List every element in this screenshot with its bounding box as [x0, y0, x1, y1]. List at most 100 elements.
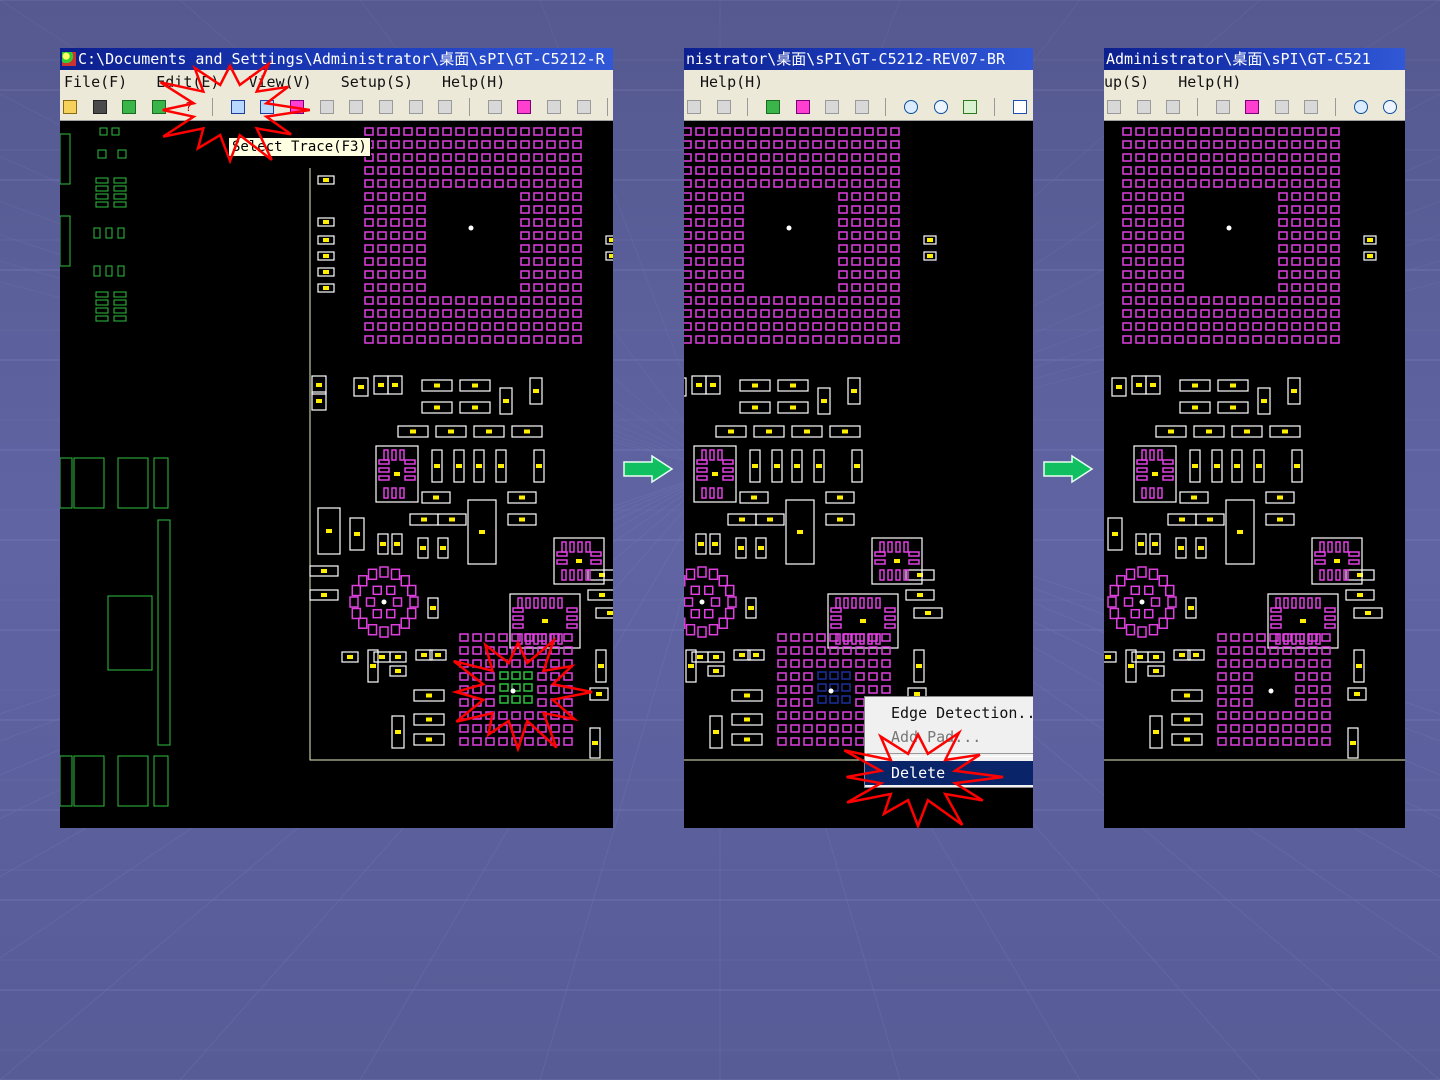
pad — [1122, 127, 1132, 136]
export-icon[interactable] — [151, 100, 166, 114]
pad — [1282, 737, 1292, 746]
zoom-out-icon[interactable] — [1383, 100, 1398, 114]
pad — [708, 283, 718, 292]
bom-icon[interactable] — [576, 100, 591, 114]
menu-help[interactable]: Help(H) — [700, 73, 763, 91]
tool-icon[interactable] — [1136, 100, 1151, 114]
pad-group-icon[interactable] — [795, 100, 810, 114]
tool-icon[interactable] — [1215, 100, 1230, 114]
tool-icon[interactable] — [1166, 100, 1181, 114]
pad — [1122, 231, 1132, 240]
menu-bar: File(F) Edit(E) View(V) Setup(S) Help(H) — [60, 70, 613, 94]
bom-icon[interactable] — [1304, 100, 1319, 114]
pad — [1330, 231, 1340, 240]
zoom-out-icon[interactable] — [933, 100, 948, 114]
pad — [684, 296, 692, 305]
trace-outline — [60, 215, 71, 267]
tool-icon[interactable] — [349, 100, 364, 114]
menu-item-add-pad[interactable]: Add Pad... — [865, 725, 1033, 749]
pad — [1291, 153, 1301, 162]
zoom-in-icon[interactable] — [904, 100, 919, 114]
trace-outline — [153, 457, 169, 509]
save-icon[interactable] — [92, 100, 107, 114]
select-pad-icon[interactable] — [230, 100, 245, 114]
pad — [537, 711, 547, 720]
pad — [1317, 283, 1327, 292]
pad — [498, 711, 508, 720]
pad — [549, 597, 555, 609]
menu-edit[interactable]: Edit(E) — [156, 73, 219, 91]
pad — [1317, 153, 1327, 162]
center-marker — [1226, 225, 1232, 231]
pad — [520, 166, 530, 175]
pad — [1304, 309, 1314, 318]
help-icon[interactable]: ? — [181, 100, 196, 114]
menu-file[interactable]: File(F) — [64, 73, 127, 91]
pad — [884, 615, 896, 621]
pad-marker — [476, 464, 482, 468]
tool-icon[interactable] — [1107, 100, 1121, 114]
zoom-in-icon[interactable] — [1353, 100, 1368, 114]
select-component-icon[interactable] — [290, 100, 305, 114]
tool-icon[interactable] — [716, 100, 731, 114]
zoom-fit-icon[interactable] — [963, 100, 978, 114]
pad — [546, 179, 556, 188]
pad — [442, 153, 452, 162]
pad — [851, 597, 857, 609]
tool-icon[interactable] — [487, 100, 502, 114]
tool-icon[interactable] — [687, 100, 701, 114]
pad — [1324, 623, 1336, 629]
pad — [537, 698, 547, 707]
pad — [572, 179, 582, 188]
pad — [1122, 140, 1132, 149]
pad-group-icon[interactable] — [517, 100, 532, 114]
window-icon[interactable] — [1012, 100, 1027, 114]
pcb-canvas[interactable] — [1104, 120, 1405, 828]
select-trace-icon[interactable] — [260, 100, 275, 114]
pad — [1135, 231, 1145, 240]
pad — [364, 309, 374, 318]
pad — [383, 487, 389, 499]
tool-icon[interactable] — [1274, 100, 1289, 114]
open-icon[interactable] — [63, 100, 77, 114]
pad — [559, 283, 569, 292]
menu-view[interactable]: View(V) — [249, 73, 312, 91]
pad — [1256, 659, 1266, 668]
bom-icon[interactable] — [854, 100, 869, 114]
tool-icon[interactable] — [546, 100, 561, 114]
pad — [429, 322, 439, 331]
pad — [403, 257, 413, 266]
pad — [485, 737, 495, 746]
pad — [377, 140, 387, 149]
menu-help[interactable]: Help(H) — [442, 73, 505, 91]
menu-setup[interactable]: Setup(S) — [341, 73, 413, 91]
pad — [851, 153, 861, 162]
select-via-icon[interactable] — [319, 100, 334, 114]
pad — [825, 322, 835, 331]
tool-icon[interactable] — [825, 100, 840, 114]
pad — [721, 335, 731, 344]
menu-help[interactable]: Help(H) — [1178, 73, 1241, 91]
pad — [520, 127, 530, 136]
pad — [1239, 140, 1249, 149]
pad — [684, 597, 694, 607]
menu-item-edge-detection[interactable]: Edge Detection... — [865, 701, 1033, 725]
pad — [877, 283, 887, 292]
pad-marker — [1244, 429, 1250, 434]
import-icon[interactable] — [122, 100, 137, 114]
tool-icon[interactable] — [438, 100, 453, 114]
tool-icon[interactable] — [408, 100, 423, 114]
pad — [416, 335, 426, 344]
center-marker — [510, 688, 516, 694]
pad — [572, 270, 582, 279]
menu-item-delete[interactable]: Delete — [865, 761, 1033, 785]
pad-group-icon[interactable] — [1245, 100, 1260, 114]
tool-icon[interactable] — [379, 100, 394, 114]
add-pad-icon[interactable] — [765, 100, 780, 114]
window-titlebar: Administrator\桌面\sPI\GT-C521 — [1104, 48, 1405, 70]
pcb-canvas[interactable] — [60, 120, 613, 828]
pad — [533, 205, 543, 214]
pad — [1158, 575, 1168, 587]
pad — [1161, 322, 1171, 331]
menu-setup[interactable]: up(S) — [1104, 73, 1149, 91]
